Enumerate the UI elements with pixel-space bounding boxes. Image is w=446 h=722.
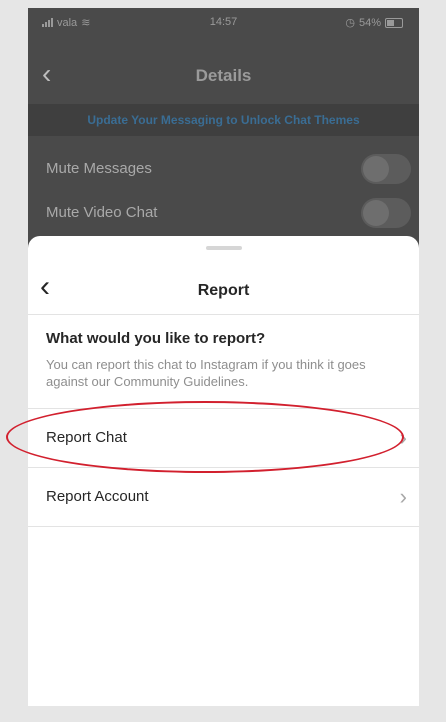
report-account-option[interactable]: Report Account ›: [28, 468, 419, 526]
details-header: ‹ Details: [28, 56, 419, 96]
report-account-label: Report Account: [46, 488, 149, 505]
report-sheet: ‹ Report What would you like to report? …: [28, 236, 419, 706]
mute-messages-label: Mute Messages: [46, 160, 152, 177]
sheet-title: Report: [197, 282, 250, 299]
battery-percent: 54%: [358, 16, 381, 29]
report-chat-option[interactable]: Report Chat ›: [28, 409, 419, 467]
mute-video-chat-row: Mute Video Chat: [28, 190, 419, 234]
divider: [28, 526, 419, 527]
status-right: ◷ 54%: [345, 16, 403, 29]
status-bar: vala ≋ 14:57 ◷ 54%: [28, 8, 419, 36]
battery-icon: [385, 17, 403, 28]
mute-messages-row: Mute Messages: [28, 146, 419, 190]
report-question: What would you like to report?: [46, 330, 266, 347]
phone-screen: vala ≋ 14:57 ◷ 54% ‹ Details Update Your…: [28, 8, 419, 706]
chevron-right-icon: ›: [399, 484, 407, 509]
details-title: Details: [195, 66, 252, 85]
sheet-grabber[interactable]: [206, 246, 242, 250]
mute-messages-toggle: [361, 154, 411, 184]
update-banner: Update Your Messaging to Unlock Chat The…: [28, 104, 419, 136]
mute-video-chat-label: Mute Video Chat: [46, 204, 158, 221]
report-description: You can report this chat to Instagram if…: [46, 357, 366, 389]
report-chat-label: Report Chat: [46, 429, 127, 446]
mute-video-chat-toggle: [361, 198, 411, 228]
chevron-right-icon: ›: [399, 425, 407, 450]
dimmed-details-screen: vala ≋ 14:57 ◷ 54% ‹ Details Update Your…: [28, 8, 419, 268]
sheet-header: ‹ Report: [28, 268, 419, 315]
alarm-icon: ◷: [345, 17, 355, 29]
